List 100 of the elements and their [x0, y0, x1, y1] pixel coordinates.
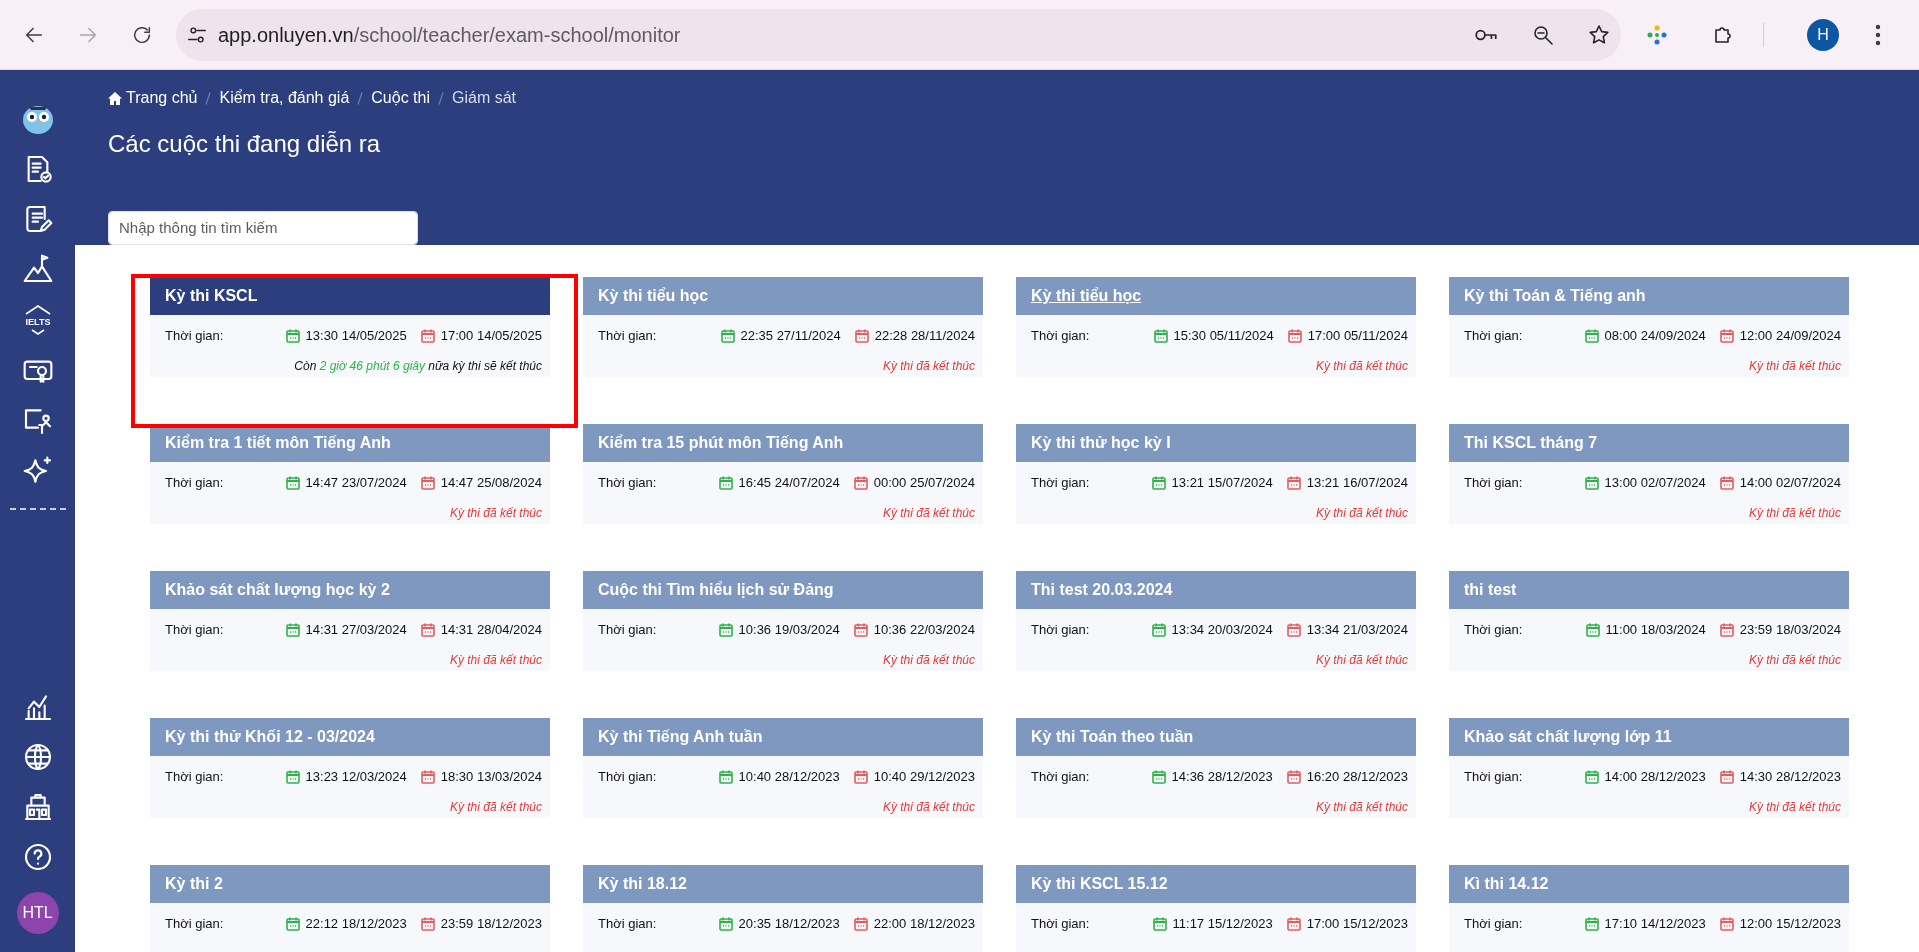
home-icon: [108, 91, 122, 105]
exam-card[interactable]: Thi test 20.03.2024 Thời gian: 13:34 20/03/2024 13:34 21/03/2024 Kỳ thi đã kết thúc: [1016, 570, 1416, 671]
breadcrumb-separator: [357, 91, 364, 105]
exam-card[interactable]: Kiểm tra 15 phút môn Tiếng Anh Thời gian: 16:45 24/07/2024 00:00 25/07/2024 Kỳ thi đã kết thúc: [583, 423, 983, 524]
exam-card[interactable]: Kỳ thi Toán & Tiếng anh Thời gian: 08:00 24/09/2024 12:00 24/09/2024 Kỳ thi đã kết thúc: [1449, 276, 1849, 377]
user-avatar[interactable]: HTL: [16, 892, 59, 934]
calendar-end-icon: [1719, 769, 1734, 784]
time-label: Thời gian:: [1031, 473, 1091, 492]
calendar-end-icon: [1719, 916, 1734, 931]
calendar-end-icon: [1286, 916, 1301, 931]
calendar-end-icon: [1719, 622, 1734, 637]
breadcrumb-link[interactable]: Kiểm tra, đánh giá: [219, 86, 350, 110]
exam-card[interactable]: thi test Thời gian: 11:00 18/03/2024 23:59 18/03/2024 Kỳ thi đã kết thúc: [1449, 570, 1849, 671]
exam-status: Kỳ thi đã kết thúc: [1747, 799, 1841, 817]
calendar-end-icon: [420, 475, 435, 490]
calendar-start-icon: [1585, 622, 1600, 637]
calendar-start-icon: [285, 622, 300, 637]
exam-card[interactable]: Khảo sát chất lượng học kỳ 2 Thời gian: 14:31 27/03/2024 14:31 28/04/2024 Kỳ thi đã kết thúc: [150, 570, 550, 671]
end-time: 12:00 24/09/2024: [1739, 326, 1841, 345]
calendar-end-icon: [420, 328, 435, 343]
end-time: 14:31 28/04/2024: [440, 620, 542, 639]
start-time: 10:36 19/03/2024: [738, 620, 840, 639]
exam-card[interactable]: Kỳ thi KSCL 15.12 Thời gian: 11:17 15/12/2023 17:00 15/12/2023: [1016, 864, 1416, 952]
calendar-start-icon: [718, 475, 733, 490]
time-label: Thời gian:: [165, 473, 225, 492]
calendar-end-icon: [1719, 328, 1734, 343]
exam-card[interactable]: Kỳ thi Tiếng Anh tuần Thời gian: 10:40 28/12/2023 10:40 29/12/2023 Kỳ thi đã kết thúc: [583, 717, 983, 818]
start-time: 08:00 24/09/2024: [1604, 326, 1706, 345]
start-time: 14:00 28/12/2023: [1604, 767, 1706, 786]
start-time: 15:30 05/11/2024: [1173, 326, 1274, 345]
calendar-start-icon: [1153, 328, 1168, 343]
calendar-start-icon: [718, 916, 733, 931]
search-field[interactable]: Nhập thông tin tìm kiếm: [108, 210, 418, 245]
exam-title[interactable]: Kỳ thi KSCL: [165, 283, 258, 308]
page-title: Các cuộc thi đang diễn ra: [108, 130, 382, 159]
end-time: 22:00 18/12/2023: [873, 914, 975, 933]
start-time: 22:35 27/11/2024: [740, 326, 841, 345]
exam-card[interactable]: Kì thi 14.12 Thời gian: 17:10 14/12/2023 12:00 15/12/2023: [1449, 864, 1849, 952]
end-time: 18:30 13/03/2024: [440, 767, 542, 786]
exam-status: Kỳ thi đã kết thúc: [881, 799, 975, 817]
end-time: 14:47 25/08/2024: [440, 473, 542, 492]
exam-card[interactable]: Kỳ thi 18.12 Thời gian: 20:35 18/12/2023 22:00 18/12/2023: [583, 864, 983, 952]
calendar-start-icon: [718, 769, 733, 784]
exam-status: Kỳ thi đã kết thúc: [448, 652, 542, 670]
start-time: 13:21 15/07/2024: [1171, 473, 1273, 492]
breadcrumb-separator: [438, 91, 444, 105]
url-text: app.onluyen.vn/school/teacher/exam-school/monitor: [218, 22, 681, 48]
calendar-end-icon: [853, 475, 868, 490]
exam-card[interactable]: Kỳ thi tiểu học Thời gian: 15:30 05/11/2024 17:00 05/11/2024 Kỳ thi đã kết thúc: [1016, 276, 1416, 377]
mountain-flag-icon[interactable]: [21, 253, 54, 285]
exam-card[interactable]: Kỳ thi 2 Thời gian: 22:12 18/12/2023 23:59 18/12/2023: [150, 864, 550, 952]
exam-card[interactable]: Kỳ thi Toán theo tuần Thời gian: 14:36 28/12/2023 16:20 28/12/2023 Kỳ thi đã kết thúc: [1016, 717, 1416, 818]
calendar-end-icon: [1287, 328, 1302, 343]
exam-card[interactable]: Khảo sát chất lượng lớp 11 Thời gian: 14:00 28/12/2023 14:30 28/12/2023 Kỳ thi đã kết thúc: [1449, 717, 1849, 818]
time-label: Thời gian:: [598, 914, 658, 933]
time-label: Thời gian:: [165, 767, 225, 786]
start-time: 20:35 18/12/2023: [738, 914, 840, 933]
calendar-start-icon: [1584, 916, 1599, 931]
exam-card[interactable]: Thi KSCL tháng 7 Thời gian: 13:00 02/07/2024 14:00 02/07/2024 Kỳ thi đã kết thúc: [1449, 423, 1849, 524]
end-time: 00:00 25/07/2024: [873, 473, 975, 492]
breadcrumb-link[interactable]: Trang chủ: [108, 86, 198, 110]
calendar-end-icon: [853, 916, 868, 931]
time-label: Thời gian:: [1464, 326, 1524, 345]
address-bar[interactable]: app.onluyen.vn/school/teacher/exam-school/monitor: [176, 8, 1621, 61]
breadcrumb-link[interactable]: Giám sát: [452, 86, 517, 110]
profile-button[interactable]: H: [1807, 18, 1839, 51]
calendar-end-icon: [1286, 475, 1301, 490]
breadcrumb-link[interactable]: Cuộc thi: [371, 86, 430, 110]
end-time: 13:21 16/07/2024: [1306, 473, 1408, 492]
calendar-end-icon: [853, 622, 868, 637]
exam-card[interactable]: Kỳ thi tiểu học Thời gian: 22:35 27/11/2024 22:28 28/11/2024 Kỳ thi đã kết thúc: [583, 276, 983, 377]
end-time: 10:36 22/03/2024: [873, 620, 975, 639]
calendar-start-icon: [1584, 475, 1599, 490]
exam-status: Kỳ thi đã kết thúc: [1314, 652, 1408, 670]
exam-card[interactable]: Kỳ thi thử Khối 12 - 03/2024 Thời gian: 13:23 12/03/2024 18:30 13/03/2024 Kỳ thi đã kết thúc: [150, 717, 550, 818]
exam-card[interactable]: Kỳ thi KSCL Thời gian: 13:30 14/05/2025 17:00 14/05/2025 Còn 2 giờ 46 phút 6 giây nữa kỳ thi sẽ kết thúc: [150, 276, 550, 377]
calendar-start-icon: [1151, 769, 1166, 784]
start-time: 13:30 14/05/2025: [305, 326, 407, 345]
exam-card[interactable]: Kỳ thi thử học kỳ I Thời gian: 13:21 15/07/2024 13:21 16/07/2024 Kỳ thi đã kết thúc: [1016, 423, 1416, 524]
time-label: Thời gian:: [598, 473, 658, 492]
exam-card[interactable]: Cuộc thi Tìm hiểu lịch sử Đảng Thời gian: 10:36 19/03/2024 10:36 22/03/2024 Kỳ thi đã kết thúc: [583, 570, 983, 671]
time-label: Thời gian:: [1031, 767, 1091, 786]
start-time: 13:00 02/07/2024: [1604, 473, 1706, 492]
menu-icon[interactable]: [1875, 23, 1881, 46]
calendar-start-icon: [285, 916, 300, 931]
calendar-end-icon: [420, 622, 435, 637]
start-time: 14:36 28/12/2023: [1171, 767, 1273, 786]
calendar-end-icon: [853, 769, 868, 784]
exam-status: Kỳ thi đã kết thúc: [1747, 358, 1841, 376]
star-icon[interactable]: [1587, 22, 1611, 47]
countdown-text: Còn 2 giờ 46 phút 6 giây nữa kỳ thi sẽ kết thúc: [293, 358, 542, 376]
time-label: Thời gian:: [165, 914, 225, 933]
exam-status: Kỳ thi đã kết thúc: [881, 652, 975, 670]
end-time: 22:28 28/11/2024: [874, 326, 975, 345]
exam-status: Kỳ thi đã kết thúc: [1314, 799, 1408, 817]
start-time: 11:17 15/12/2023: [1172, 914, 1273, 933]
time-label: Thời gian:: [1464, 767, 1524, 786]
start-time: 10:40 28/12/2023: [738, 767, 840, 786]
end-time: 17:00 14/05/2025: [440, 326, 542, 345]
exam-status: Kỳ thi đã kết thúc: [448, 799, 542, 817]
